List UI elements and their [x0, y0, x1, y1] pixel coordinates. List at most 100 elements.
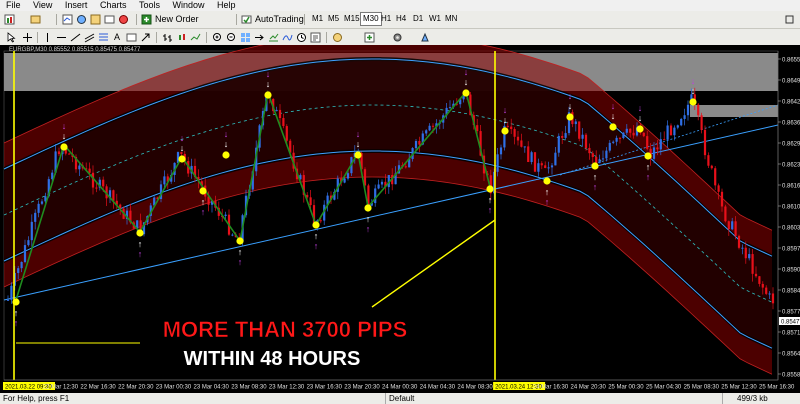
- menu-help[interactable]: Help: [217, 0, 236, 11]
- menu-charts[interactable]: Charts: [100, 0, 127, 11]
- timeframe-m15[interactable]: M15: [342, 13, 362, 25]
- settings-icon[interactable]: [392, 32, 403, 43]
- trendline-icon[interactable]: [70, 32, 81, 43]
- candle-body: [656, 147, 659, 150]
- time-label: 24 Mar 08:30: [457, 385, 493, 391]
- candle-body: [561, 135, 564, 138]
- candle-body: [414, 141, 418, 149]
- swing-high-dot: [264, 91, 272, 99]
- menu-tools[interactable]: Tools: [139, 0, 160, 11]
- candle-body: [673, 127, 676, 136]
- chart-window[interactable]: ↓ ↓ ↓ ↓ ↓ ↓ ↓ ↓ ↓ ↓ ↓ ↓ ↓ ↓ ↓ ↓ ↓ ↓ ↓ ↓ ↓ ↓ ↑ ↑ ↑ ↑ ↑ ↑ ↑ ↑ ↑ ↑ ↑ ↑ ↑ ↑ ↑ ↑ ↑ ↑…: [0, 32, 800, 393]
- channel-icon[interactable]: [84, 32, 95, 43]
- timeframe-m1[interactable]: M1: [310, 13, 325, 25]
- candle-body: [275, 109, 278, 112]
- buy-arrow: ↑: [366, 224, 371, 234]
- templates-icon[interactable]: [310, 32, 321, 43]
- buy-arrow-white: ↑: [201, 197, 206, 207]
- zoom-out-icon[interactable]: [226, 32, 237, 43]
- candle-body: [734, 221, 737, 236]
- candle-body: [231, 234, 234, 236]
- menu-insert[interactable]: Insert: [65, 0, 88, 11]
- candle-body: [448, 107, 452, 109]
- menu-bar: File View Insert Charts Tools Window Hel…: [0, 0, 800, 11]
- sell-arrow-white: ↓: [691, 86, 696, 96]
- time-label: 25 Mar 04:30: [646, 385, 682, 391]
- profiles-icon[interactable]: [30, 14, 41, 25]
- overlay-title: MORE THAN 3700 PIPS: [163, 317, 408, 342]
- price-label: 0.86425: [782, 100, 800, 106]
- buy-arrow-white: ↑: [138, 239, 143, 249]
- candle-body: [605, 150, 608, 159]
- vertical-line-icon[interactable]: [42, 32, 53, 43]
- timeframe-m5[interactable]: M5: [326, 13, 341, 25]
- candle-body: [95, 187, 98, 189]
- fibonacci-icon[interactable]: [98, 32, 109, 43]
- swing-high-dot: [609, 123, 617, 131]
- candle-body: [765, 287, 768, 294]
- zoom-in-icon[interactable]: [212, 32, 223, 43]
- candle-body: [622, 132, 625, 138]
- restore-window-icon[interactable]: [784, 14, 795, 25]
- add-indicator-icon[interactable]: [364, 32, 375, 43]
- tile-windows-icon[interactable]: [240, 32, 251, 43]
- cursor-icon[interactable]: [6, 32, 17, 43]
- sell-arrow: ↓: [464, 67, 469, 77]
- candle-body: [652, 147, 656, 159]
- buy-arrow-white: ↑: [314, 231, 319, 241]
- candle-body: [346, 173, 350, 179]
- price-chart[interactable]: ↓↓ ↓↓↓↓↓↓↓↓↓↓↓↓↓↓ ↓↓↓↓↓↓↑↑↑↑↑↑↑↑↑↑↑↑↑↑↑↑↑↑…: [0, 32, 800, 393]
- timeframe-h1[interactable]: H1: [379, 13, 393, 25]
- candle-body: [601, 158, 605, 160]
- status-profile: Default: [385, 393, 414, 404]
- timeframe-d1[interactable]: D1: [411, 13, 425, 25]
- buy-arrow: ↑: [138, 249, 143, 259]
- candle-body: [615, 137, 618, 142]
- swing-high-dot: [354, 151, 362, 159]
- candle-body: [588, 147, 591, 154]
- current-price-label: 0.85477: [781, 320, 800, 326]
- time-label: 25 Mar 00:30: [608, 385, 644, 391]
- candlestick-icon[interactable]: [176, 32, 187, 43]
- crosshair-icon[interactable]: [22, 32, 33, 43]
- periodicity-icon[interactable]: [296, 32, 307, 43]
- candle-body: [771, 293, 775, 304]
- terminal-icon[interactable]: [104, 14, 115, 25]
- menu-window[interactable]: Window: [173, 0, 205, 11]
- menu-view[interactable]: View: [33, 0, 52, 11]
- line-chart-icon[interactable]: [190, 32, 201, 43]
- new-chart-icon[interactable]: [4, 14, 15, 25]
- candle-body: [768, 293, 771, 295]
- indicators-icon[interactable]: [282, 32, 293, 43]
- market-watch-icon[interactable]: [62, 14, 73, 25]
- data-window-icon[interactable]: [76, 14, 87, 25]
- horizontal-line-icon[interactable]: [56, 32, 67, 43]
- autotrading-button[interactable]: AutoTrading: [255, 13, 304, 26]
- menu-file[interactable]: File: [6, 0, 21, 11]
- expert-advisors-icon[interactable]: [332, 32, 343, 43]
- text-tool-icon[interactable]: A: [114, 31, 120, 44]
- sell-arrow: ↓: [180, 133, 185, 143]
- time-label: 23 Mar 20:30: [344, 385, 380, 391]
- arrows-icon[interactable]: [140, 32, 151, 43]
- navigator-icon[interactable]: [90, 14, 101, 25]
- sell-arrow-white: ↓: [356, 139, 361, 149]
- candle-body: [646, 136, 649, 149]
- candle-body: [404, 166, 407, 168]
- text-label-icon[interactable]: [126, 32, 137, 43]
- candle-body: [663, 139, 666, 141]
- candle-body: [6, 299, 10, 301]
- strategy-tester-icon[interactable]: [118, 14, 129, 25]
- candle-body: [761, 283, 764, 288]
- candle-body: [530, 152, 533, 163]
- new-order-button[interactable]: New Order: [155, 13, 199, 26]
- timeframe-mn[interactable]: MN: [443, 13, 459, 25]
- bar-chart-icon[interactable]: [162, 32, 173, 43]
- timeframe-h4[interactable]: H4: [394, 13, 408, 25]
- autoscroll-icon[interactable]: [268, 32, 279, 43]
- swing-low-dot: [312, 221, 320, 229]
- timeframe-w1[interactable]: W1: [427, 13, 443, 25]
- objects-icon[interactable]: [420, 32, 431, 43]
- candle-body: [612, 141, 615, 143]
- chart-shift-icon[interactable]: [254, 32, 265, 43]
